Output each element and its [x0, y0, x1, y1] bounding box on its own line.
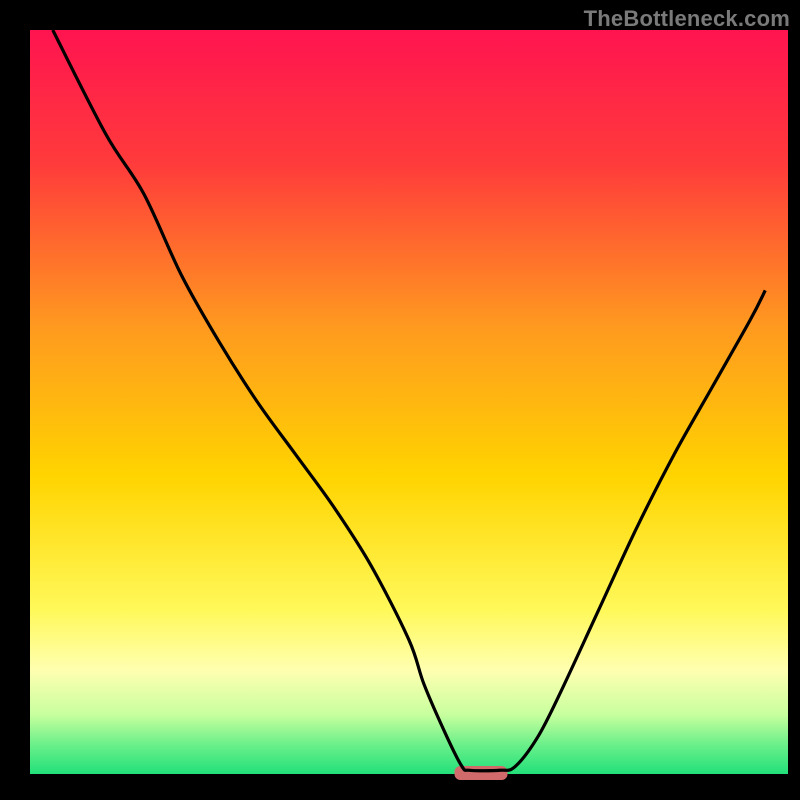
gradient-background — [30, 30, 788, 774]
plot-area — [30, 30, 788, 780]
watermark-label: TheBottleneck.com — [584, 6, 790, 32]
chart-svg — [0, 0, 800, 800]
bottleneck-chart: TheBottleneck.com — [0, 0, 800, 800]
